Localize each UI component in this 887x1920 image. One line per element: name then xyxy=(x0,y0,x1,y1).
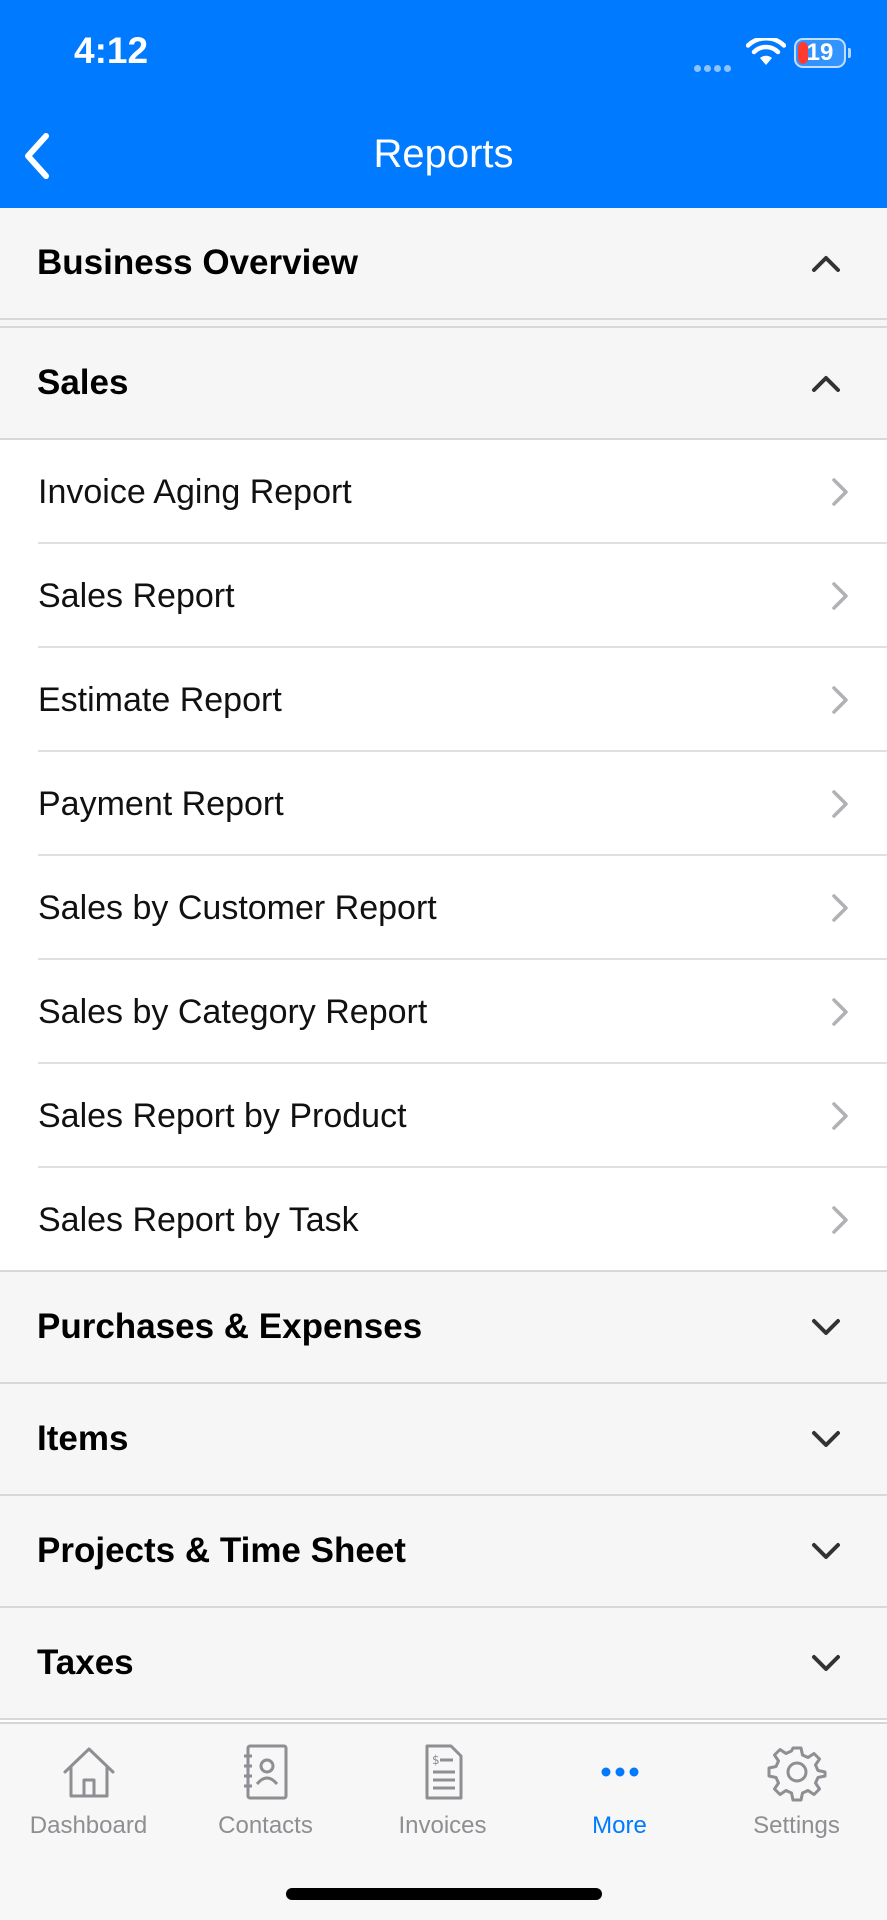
report-item-label: Sales by Category Report xyxy=(38,993,428,1031)
chevron-right-icon xyxy=(832,894,848,922)
section-label: Purchases & Expenses xyxy=(37,1307,423,1346)
tab-label: Contacts xyxy=(218,1812,313,1839)
report-item-label: Sales Report xyxy=(38,577,235,615)
house-icon xyxy=(63,1747,114,1798)
chevron-up-icon xyxy=(812,256,840,272)
report-item-label: Sales Report by Product xyxy=(38,1097,407,1135)
report-item-label: Payment Report xyxy=(38,785,284,823)
tab-dashboard[interactable]: Dashboard xyxy=(0,1742,177,1852)
chevron-right-icon xyxy=(832,1102,848,1130)
report-item-estimate-report[interactable]: Estimate Report xyxy=(0,648,887,752)
gear-icon xyxy=(767,1746,826,1802)
tab-label: Settings xyxy=(753,1812,840,1839)
section-items[interactable]: Items xyxy=(0,1384,887,1496)
section-purchases-expenses[interactable]: Purchases & Expenses xyxy=(0,1272,887,1384)
section-taxes[interactable]: Taxes xyxy=(0,1608,887,1720)
chevron-down-icon xyxy=(812,1431,840,1447)
tab-label: More xyxy=(592,1812,647,1839)
reports-list: Business Overview Sales Invoice Aging Re… xyxy=(0,208,887,1720)
more-dots-icon xyxy=(601,1767,638,1777)
section-label: Taxes xyxy=(37,1643,134,1682)
navigation-header: 4:12 19 Reports xyxy=(0,0,887,208)
wifi-icon xyxy=(746,38,786,65)
tab-settings[interactable]: Settings xyxy=(708,1742,885,1852)
page-title: Reports xyxy=(373,132,514,176)
section-label: Business Overview xyxy=(37,243,358,282)
battery-percentage: 19 xyxy=(806,39,834,66)
report-item-sales-by-product[interactable]: Sales Report by Product xyxy=(0,1064,887,1168)
report-item-payment-report[interactable]: Payment Report xyxy=(0,752,887,856)
chevron-right-icon xyxy=(832,998,848,1026)
section-sales[interactable]: Sales xyxy=(0,328,887,440)
section-projects-time-sheet[interactable]: Projects & Time Sheet xyxy=(0,1496,887,1608)
report-item-label: Sales Report by Task xyxy=(38,1201,359,1239)
report-item-sales-by-category[interactable]: Sales by Category Report xyxy=(0,960,887,1064)
chevron-down-icon xyxy=(812,1319,840,1335)
svg-text:$: $ xyxy=(432,1753,440,1767)
chevron-down-icon xyxy=(812,1655,840,1671)
cellular-signal-icon xyxy=(694,59,736,72)
report-item-sales-by-customer[interactable]: Sales by Customer Report xyxy=(0,856,887,960)
chevron-down-icon xyxy=(812,1543,840,1559)
chevron-up-icon xyxy=(812,376,840,392)
section-separator xyxy=(0,320,887,328)
report-item-label: Sales by Customer Report xyxy=(38,889,437,927)
tab-contacts[interactable]: Contacts xyxy=(177,1742,354,1852)
report-item-label: Estimate Report xyxy=(38,681,282,719)
tab-invoices[interactable]: $ Invoices xyxy=(354,1742,531,1852)
report-item-label: Invoice Aging Report xyxy=(38,473,352,511)
status-time: 4:12 xyxy=(74,30,149,71)
reports-screen: 4:12 19 Reports Business Overview Sales … xyxy=(0,0,887,1920)
chevron-right-icon xyxy=(832,1206,848,1234)
chevron-right-icon xyxy=(832,478,848,506)
tab-label: Dashboard xyxy=(29,1812,148,1839)
home-indicator[interactable] xyxy=(286,1888,602,1900)
tab-label: Invoices xyxy=(398,1812,487,1839)
contacts-book-icon xyxy=(243,1744,287,1800)
report-item-sales-by-task[interactable]: Sales Report by Task xyxy=(0,1168,887,1272)
section-label: Items xyxy=(37,1419,129,1458)
tab-more[interactable]: More xyxy=(531,1742,708,1852)
chevron-right-icon xyxy=(832,582,848,610)
battery-nub xyxy=(848,48,851,58)
section-label: Sales xyxy=(37,363,129,402)
chevron-right-icon xyxy=(832,790,848,818)
report-item-invoice-aging[interactable]: Invoice Aging Report xyxy=(0,440,887,544)
chevron-right-icon xyxy=(832,686,848,714)
battery-icon: 19 xyxy=(794,38,846,68)
section-label: Projects & Time Sheet xyxy=(37,1531,406,1570)
section-business-overview[interactable]: Business Overview xyxy=(0,208,887,320)
report-item-sales-report[interactable]: Sales Report xyxy=(0,544,887,648)
invoice-document-icon: $ xyxy=(425,1744,462,1800)
